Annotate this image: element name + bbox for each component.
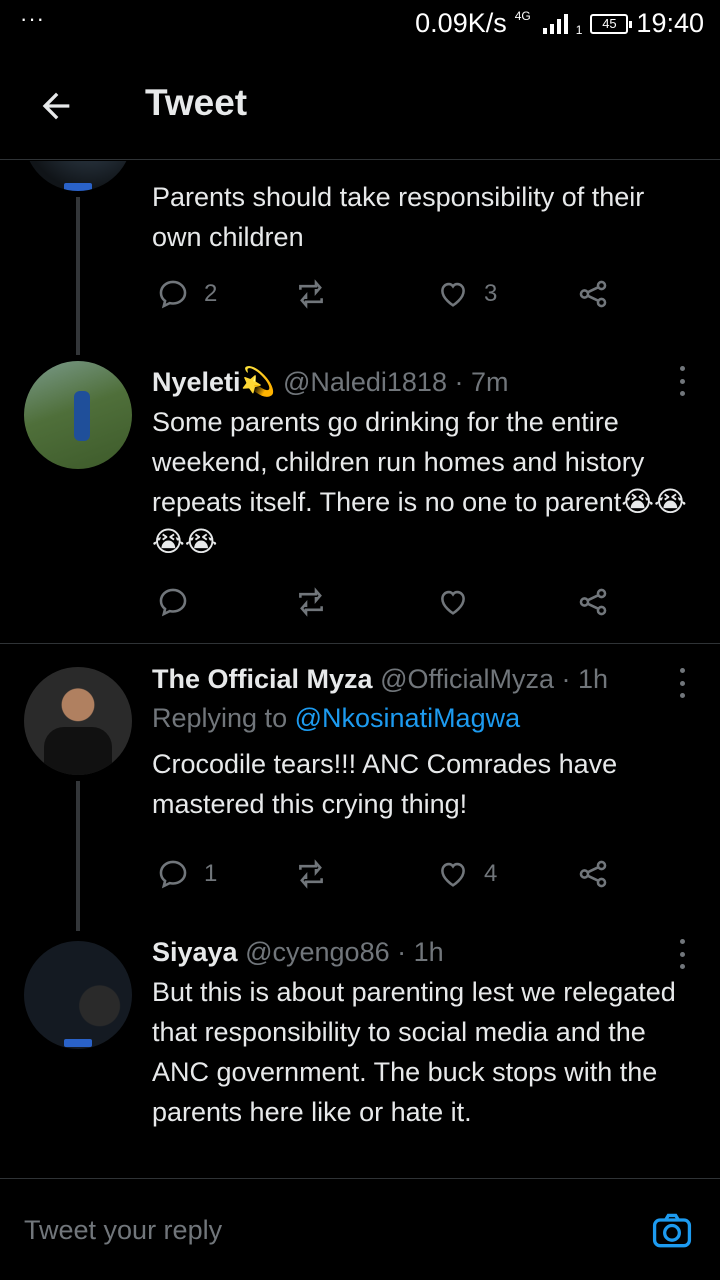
avatar[interactable]	[24, 361, 132, 469]
retweet-icon	[299, 859, 323, 889]
like-button[interactable]	[436, 585, 470, 619]
display-name[interactable]: The Official Myza	[152, 664, 373, 694]
name-emoji: 💫	[240, 365, 276, 398]
heart-icon	[441, 282, 465, 307]
share-button[interactable]	[576, 857, 610, 891]
replying-to: Replying to @NkosinatiMagwa	[152, 703, 521, 733]
tweet[interactable]: Parents should take responsibility of th…	[0, 161, 720, 355]
like-count: 4	[484, 860, 498, 887]
share-button[interactable]	[576, 585, 610, 619]
tweet-header: The Official Myza @OfficialMyza · 1h	[152, 664, 692, 695]
display-name[interactable]: Nyeleti	[152, 367, 241, 397]
signal-icon	[542, 13, 568, 34]
reply-icon	[159, 280, 187, 309]
reply-button[interactable]	[156, 585, 190, 619]
tweet-text: Crocodile tears!!! ANC Comrades have mas…	[152, 749, 618, 819]
retweet-button[interactable]	[294, 585, 328, 619]
like-count: 3	[484, 280, 498, 307]
tweet-header: Nyeleti💫 @Naledi1818 · 7m	[152, 365, 692, 398]
reply-composer: Tweet your reply	[0, 1178, 720, 1280]
more-options-icon[interactable]	[672, 939, 692, 969]
net-speed: 0.09K/s	[415, 8, 507, 38]
handle[interactable]: @OfficialMyza	[380, 664, 554, 694]
reply-button[interactable]: 1	[156, 857, 217, 891]
tweet-actions: 2 3	[152, 277, 692, 317]
like-button[interactable]: 4	[436, 857, 497, 891]
page-title: Tweet	[145, 82, 248, 123]
clock: 19:40	[636, 8, 704, 38]
display-name[interactable]: Siyaya	[152, 937, 238, 967]
tweet-actions	[152, 585, 692, 625]
battery-icon: 45	[590, 13, 633, 34]
more-options-icon[interactable]	[672, 366, 692, 396]
thread-line	[76, 781, 80, 931]
share-icon	[579, 280, 607, 308]
reply-thread[interactable]: Parents should take responsibility of th…	[0, 161, 720, 1178]
like-button[interactable]: 3	[436, 277, 497, 311]
reply-count: 2	[204, 280, 218, 307]
avatar[interactable]	[24, 941, 132, 1049]
camera-icon	[652, 1213, 692, 1248]
tweet-header: Siyaya @cyengo86 · 1h	[152, 937, 692, 968]
mention-link[interactable]: @NkosinatiMagwa	[295, 703, 521, 733]
share-button[interactable]	[576, 277, 610, 311]
reply-count: 1	[204, 860, 218, 887]
network-type: 4G	[514, 8, 531, 23]
reply-button[interactable]: 2	[156, 277, 217, 311]
share-icon	[579, 860, 607, 888]
tweet[interactable]: Nyeleti💫 @Naledi1818 · 7m Some parents g…	[0, 351, 720, 643]
retweet-icon	[299, 279, 323, 309]
tweet-text: Parents should take responsibility of th…	[152, 182, 645, 252]
sim-number: 1	[575, 22, 583, 37]
share-icon	[579, 588, 607, 616]
reply-input[interactable]: Tweet your reply	[24, 1215, 222, 1246]
top-app-bar: Tweet	[0, 52, 720, 160]
back-button[interactable]	[30, 80, 82, 132]
reply-icon	[159, 860, 187, 889]
notification-dots: ···	[20, 6, 45, 31]
avatar[interactable]	[24, 161, 132, 191]
thread-line	[76, 197, 80, 355]
more-options-icon[interactable]	[672, 668, 692, 698]
arrow-left-icon	[42, 92, 70, 120]
avatar[interactable]	[24, 667, 132, 775]
retweet-button[interactable]	[294, 277, 328, 311]
timestamp: · 1h	[561, 664, 609, 694]
tweet-text: Some parents go drinking for the entire …	[152, 407, 687, 558]
handle[interactable]: @Naledi1818	[283, 367, 447, 397]
retweet-icon	[299, 587, 323, 617]
tweet[interactable]: Siyaya @cyengo86 · 1h But this is about …	[0, 929, 720, 1178]
heart-icon	[441, 590, 465, 615]
timestamp: · 1h	[397, 937, 444, 967]
reply-icon	[159, 588, 187, 617]
status-bar: ··· 0.09K/s 4G 1 45 19:40	[0, 0, 720, 52]
heart-icon	[441, 862, 465, 887]
tweet-text: But this is about parenting lest we rele…	[152, 977, 676, 1127]
tweet-actions: 1 4	[152, 857, 692, 897]
timestamp: · 7m	[454, 367, 509, 397]
handle[interactable]: @cyengo86	[245, 937, 390, 967]
tweet[interactable]: The Official Myza @OfficialMyza · 1h Rep…	[0, 644, 720, 931]
retweet-button[interactable]	[294, 857, 328, 891]
camera-button[interactable]	[650, 1209, 694, 1253]
